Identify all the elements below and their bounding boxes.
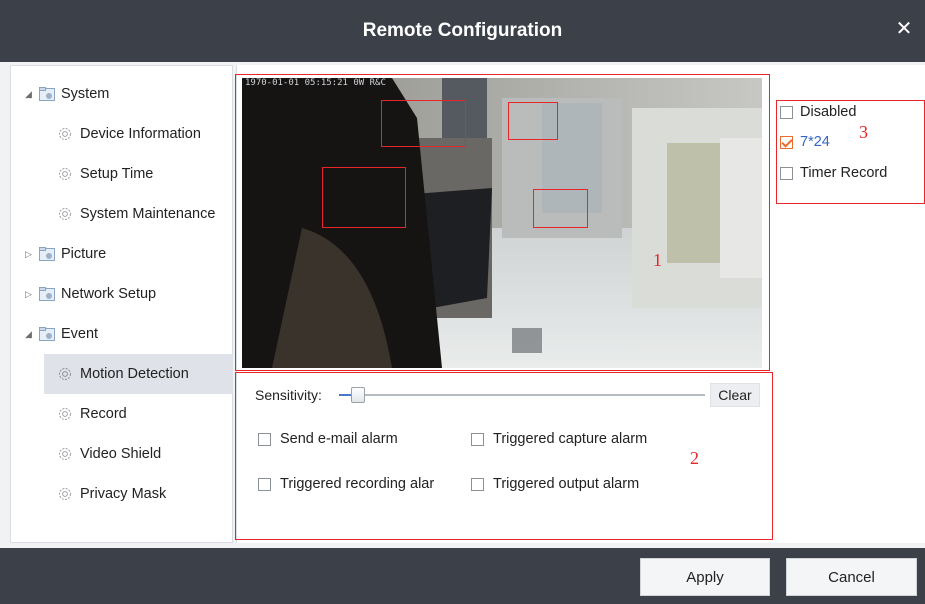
gear-icon: [56, 365, 74, 383]
callout-number: 3: [859, 122, 868, 142]
sidebar-item-label: Network Setup: [61, 286, 157, 302]
sidebar-item-setup-time[interactable]: Setup Time: [11, 154, 233, 194]
triggered-capture-alarm-checkbox[interactable]: Triggered capture alarm: [471, 431, 647, 447]
folder-settings-icon: [39, 287, 55, 301]
always-record-checkbox[interactable]: 7*24: [780, 134, 830, 150]
collapsed-arrow-icon[interactable]: ▷: [25, 289, 35, 300]
sidebar-item-label: Setup Time: [80, 166, 154, 182]
sensitivity-row: Sensitivity: Clear: [255, 382, 760, 408]
title-bar: Remote Configuration ✕: [0, 0, 925, 62]
callout-number: 2: [690, 448, 699, 468]
checkbox-label: Triggered output alarm: [493, 476, 640, 492]
checkbox-checked[interactable]: [780, 135, 793, 149]
expanded-arrow-icon[interactable]: ◢: [25, 89, 35, 100]
sidebar-item-label: System Maintenance: [80, 206, 216, 222]
folder-settings-icon: [39, 87, 55, 101]
apply-button[interactable]: Apply: [640, 558, 770, 596]
sidebar-item-device-information[interactable]: Device Information: [11, 114, 233, 154]
collapsed-arrow-icon[interactable]: ▷: [25, 249, 35, 260]
folder-settings-icon: [39, 327, 55, 341]
sidebar-item-network-setup[interactable]: ▷ Network Setup: [11, 274, 233, 314]
checkbox-box[interactable]: [258, 432, 271, 446]
send-email-alarm-checkbox[interactable]: Send e-mail alarm: [258, 431, 398, 447]
checkbox-label: Disabled: [800, 104, 857, 120]
sidebar-item-label: Video Shield: [80, 446, 162, 462]
sidebar-item-privacy-mask[interactable]: Privacy Mask: [11, 474, 233, 514]
expanded-arrow-icon[interactable]: ◢: [25, 329, 35, 340]
checkbox-label: Triggered capture alarm: [493, 431, 648, 447]
sidebar-item-label: Event: [61, 326, 99, 342]
gear-icon: [56, 125, 74, 143]
timer-record-checkbox[interactable]: Timer Record: [780, 165, 887, 181]
checkbox-label: Send e-mail alarm: [280, 431, 398, 447]
gear-icon: [56, 405, 74, 423]
callout-frame-video: [235, 74, 770, 371]
sidebar-item-system-maintenance[interactable]: System Maintenance: [11, 194, 233, 234]
disabled-checkbox[interactable]: Disabled: [780, 104, 856, 120]
close-icon[interactable]: ✕: [893, 18, 915, 40]
clear-button[interactable]: Clear: [710, 383, 760, 407]
checkbox-label: Timer Record: [800, 165, 888, 181]
sidebar-item-label: System: [61, 86, 110, 102]
checkbox-box[interactable]: [471, 477, 484, 491]
sidebar-item-motion-detection[interactable]: Motion Detection: [44, 354, 233, 394]
sidebar-item-event[interactable]: ◢ Event: [11, 314, 233, 354]
gear-icon: [56, 485, 74, 503]
sidebar-item-label: Device Information: [80, 126, 201, 142]
gear-icon: [56, 445, 74, 463]
sidebar-item-video-shield[interactable]: Video Shield: [11, 434, 233, 474]
checkbox-label: 7*24: [800, 134, 830, 150]
cancel-button[interactable]: Cancel: [786, 558, 917, 596]
callout-number: 1: [653, 250, 662, 270]
sensitivity-slider-thumb[interactable]: [351, 387, 365, 403]
checkbox-box[interactable]: [471, 432, 484, 446]
triggered-output-alarm-checkbox[interactable]: Triggered output alarm: [471, 476, 639, 492]
sidebar-item-label: Record: [80, 406, 127, 422]
checkbox-label: Triggered recording alar: [280, 476, 435, 492]
sidebar-item-label: Privacy Mask: [80, 486, 167, 502]
sidebar-item-picture[interactable]: ▷ Picture: [11, 234, 233, 274]
sidebar-item-label: Picture: [61, 246, 107, 262]
sensitivity-label: Sensitivity:: [255, 387, 322, 403]
triggered-recording-alarm-checkbox[interactable]: Triggered recording alar: [258, 476, 434, 492]
sidebar-item-record[interactable]: Record: [11, 394, 233, 434]
checkbox-box[interactable]: [780, 105, 793, 119]
sidebar-tree: ◢ System Device Information Setup Time S…: [10, 65, 233, 543]
checkbox-box[interactable]: [258, 477, 271, 491]
sensitivity-slider-track[interactable]: [339, 394, 705, 396]
sidebar-item-label: Motion Detection: [80, 366, 189, 382]
sidebar-item-system[interactable]: ◢ System: [11, 74, 233, 114]
checkbox-box[interactable]: [780, 166, 793, 180]
footer-bar: Apply Cancel: [0, 548, 925, 604]
gear-icon: [56, 205, 74, 223]
folder-settings-icon: [39, 247, 55, 261]
window-title: Remote Configuration: [362, 20, 563, 41]
gear-icon: [56, 165, 74, 183]
